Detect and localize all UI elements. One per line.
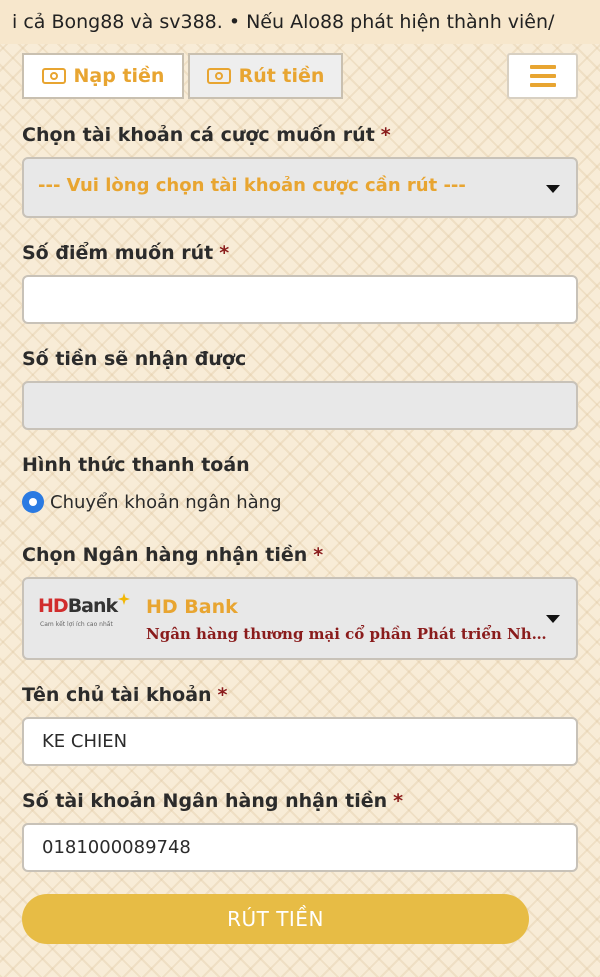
notice-marquee: i cả Bong88 và sv388. • Nếu Alo88 phát h… bbox=[0, 0, 600, 44]
required-marker: * bbox=[219, 242, 230, 264]
account-number-label: Số tài khoản Ngân hàng nhận tiền * bbox=[22, 790, 404, 812]
required-marker: * bbox=[217, 684, 228, 706]
account-number-input[interactable] bbox=[24, 825, 576, 870]
payment-option-label: Chuyển khoản ngân hàng bbox=[50, 491, 282, 513]
marquee-text: i cả Bong88 và sv388. • Nếu Alo88 phát h… bbox=[12, 11, 555, 33]
hdbank-logo: HDBank Cam kết lợi ích cao nhất bbox=[38, 593, 138, 633]
chevron-down-icon bbox=[546, 615, 560, 623]
withdraw-submit-label: RÚT TIỀN bbox=[227, 907, 324, 931]
account-holder-input[interactable] bbox=[24, 719, 576, 764]
hamburger-icon bbox=[529, 65, 556, 69]
points-label: Số điểm muốn rút * bbox=[22, 242, 230, 264]
account-holder-label: Tên chủ tài khoản * bbox=[22, 684, 228, 706]
menu-button[interactable] bbox=[507, 53, 578, 99]
points-input-wrapper bbox=[22, 275, 578, 324]
bank-full-name: Ngân hàng thương mại cổ phần Phát triển … bbox=[146, 625, 556, 643]
amount-input bbox=[24, 383, 576, 428]
points-input[interactable] bbox=[24, 277, 576, 322]
tab-deposit-label: Nạp tiền bbox=[73, 65, 165, 87]
withdraw-submit-button[interactable]: RÚT TIỀN bbox=[22, 894, 529, 944]
account-select[interactable]: --- Vui lòng chọn tài khoản cược cần rút… bbox=[22, 157, 578, 218]
bank-name: HD Bank bbox=[146, 596, 238, 618]
tab-deposit[interactable]: Nạp tiền bbox=[22, 53, 184, 99]
star-icon bbox=[118, 593, 130, 605]
payment-method-label: Hình thức thanh toán bbox=[22, 454, 250, 476]
tab-withdraw[interactable]: Rút tiền bbox=[188, 53, 343, 99]
amount-field bbox=[22, 381, 578, 430]
required-marker: * bbox=[313, 544, 324, 566]
money-icon bbox=[206, 68, 231, 84]
account-select-placeholder: --- Vui lòng chọn tài khoản cược cần rút… bbox=[38, 175, 466, 196]
account-number-wrapper bbox=[22, 823, 578, 872]
account-select-label: Chọn tài khoản cá cược muốn rút * bbox=[22, 124, 391, 146]
required-marker: * bbox=[393, 790, 404, 812]
account-holder-wrapper bbox=[22, 717, 578, 766]
radio-selected-icon[interactable] bbox=[22, 491, 44, 513]
required-marker: * bbox=[380, 124, 391, 146]
bank-select-label: Chọn Ngân hàng nhận tiền * bbox=[22, 544, 324, 566]
chevron-down-icon bbox=[546, 185, 560, 193]
payment-option-bank-transfer[interactable]: Chuyển khoản ngân hàng bbox=[22, 491, 282, 513]
bank-select[interactable]: HDBank Cam kết lợi ích cao nhất HD Bank … bbox=[22, 577, 578, 660]
money-icon bbox=[41, 68, 66, 84]
amount-label: Số tiền sẽ nhận được bbox=[22, 348, 247, 370]
tab-withdraw-label: Rút tiền bbox=[238, 65, 325, 87]
